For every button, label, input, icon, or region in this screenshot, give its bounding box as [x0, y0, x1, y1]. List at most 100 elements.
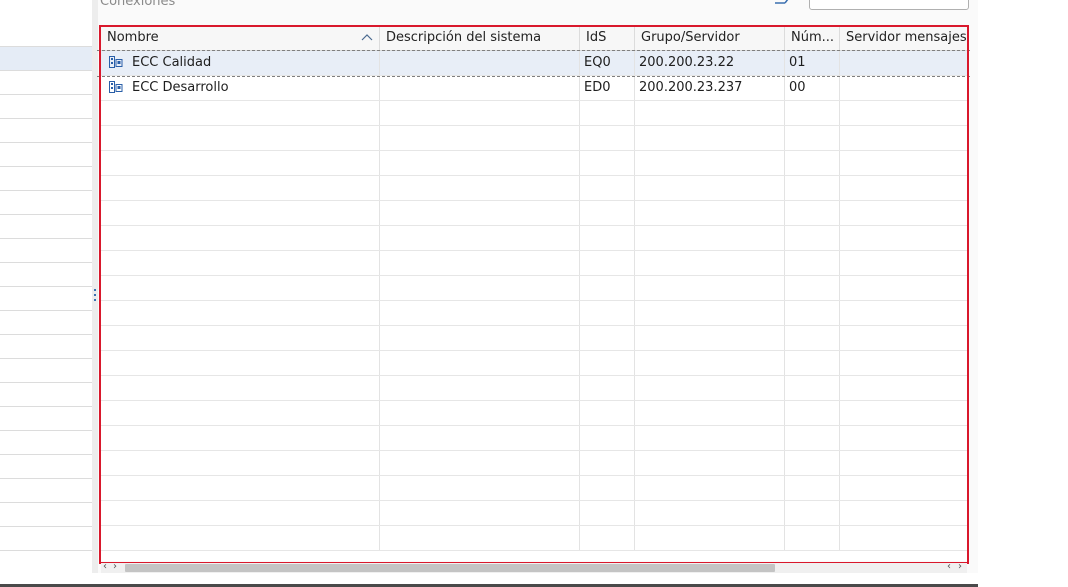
empty-cell: [580, 476, 635, 500]
empty-cell: [840, 526, 967, 550]
empty-table-row: [101, 101, 967, 126]
left-nav-item[interactable]: [0, 383, 92, 407]
empty-cell: [840, 251, 967, 275]
left-nav-item[interactable]: [0, 95, 92, 119]
empty-cell: [101, 351, 380, 375]
empty-table-row: [101, 401, 967, 426]
left-nav-item[interactable]: [0, 359, 92, 383]
cell-numero: 00: [785, 76, 840, 100]
scroll-right-icon[interactable]: ›: [958, 560, 962, 574]
left-nav-item[interactable]: [0, 311, 92, 335]
empty-cell: [101, 526, 380, 550]
filter-input[interactable]: [809, 0, 969, 10]
empty-cell: [580, 351, 635, 375]
empty-cell: [101, 501, 380, 525]
empty-cell: [101, 476, 380, 500]
empty-cell: [101, 101, 380, 125]
empty-cell: [785, 251, 840, 275]
table-header: Nombre Descripción del sistema IdS Grupo…: [101, 26, 967, 51]
empty-cell: [380, 301, 580, 325]
column-header-label: Grupo/Servidor: [641, 30, 740, 45]
empty-cell: [580, 426, 635, 450]
cell-nombre: ECC Calidad: [128, 51, 380, 75]
table-row[interactable]: ECC Calidad EQ0 200.200.23.22 01: [101, 51, 967, 76]
left-nav-item[interactable]: [0, 503, 92, 527]
empty-cell: [840, 201, 967, 225]
left-nav-item[interactable]: [0, 191, 92, 215]
scroll-left-icon[interactable]: ‹: [947, 560, 951, 574]
empty-cell: [785, 501, 840, 525]
empty-cell: [840, 101, 967, 125]
empty-cell: [785, 476, 840, 500]
column-header-descripcion[interactable]: Descripción del sistema: [380, 26, 580, 50]
empty-cell: [580, 401, 635, 425]
left-nav-item[interactable]: [0, 143, 92, 167]
empty-cell: [380, 126, 580, 150]
empty-table-row: [101, 351, 967, 376]
empty-cell: [101, 151, 380, 175]
cell-ids: EQ0: [580, 51, 635, 75]
left-nav-item[interactable]: [0, 287, 92, 311]
empty-cell: [580, 226, 635, 250]
empty-cell: [785, 201, 840, 225]
sap-system-icon: [109, 81, 123, 93]
left-nav-item[interactable]: [0, 119, 92, 143]
left-nav-item[interactable]: [0, 71, 92, 95]
empty-cell: [101, 251, 380, 275]
left-nav-item[interactable]: [0, 479, 92, 503]
empty-cell: [580, 126, 635, 150]
empty-cell: [785, 326, 840, 350]
empty-cell: [101, 176, 380, 200]
empty-cell: [380, 326, 580, 350]
empty-table-row: [101, 176, 967, 201]
column-header-ids[interactable]: IdS: [580, 26, 635, 50]
left-nav-item[interactable]: [0, 215, 92, 239]
column-header-label: Núm...: [791, 30, 835, 45]
empty-cell: [380, 226, 580, 250]
left-nav-item[interactable]: [0, 263, 92, 287]
empty-table-row: [101, 251, 967, 276]
horizontal-scrollbar[interactable]: ‹ › ‹ ›: [101, 560, 967, 574]
empty-cell: [580, 201, 635, 225]
table-row[interactable]: ECC Desarrollo ED0 200.200.23.237 00: [101, 76, 967, 101]
left-nav-item[interactable]: [0, 335, 92, 359]
column-header-servidor-mensajes[interactable]: Servidor mensajes: [840, 26, 967, 50]
splitter-grip: [94, 299, 96, 301]
scrollbar-thumb[interactable]: [125, 564, 775, 572]
empty-table-row: [101, 226, 967, 251]
empty-cell: [840, 226, 967, 250]
left-nav-item[interactable]: [0, 455, 92, 479]
empty-cell: [785, 276, 840, 300]
empty-cell: [580, 176, 635, 200]
cell-servidor-mensajes: [840, 51, 967, 75]
left-nav-item[interactable]: [0, 167, 92, 191]
empty-cell: [840, 351, 967, 375]
empty-cell: [785, 226, 840, 250]
empty-cell: [635, 351, 785, 375]
left-nav-item[interactable]: [0, 47, 92, 71]
empty-cell: [101, 126, 380, 150]
left-nav-item[interactable]: [0, 431, 92, 455]
connections-table: Nombre Descripción del sistema IdS Grupo…: [101, 26, 967, 561]
empty-cell: [380, 376, 580, 400]
left-nav-item[interactable]: [0, 527, 92, 551]
empty-table-row: [101, 201, 967, 226]
empty-cell: [635, 201, 785, 225]
left-nav-item[interactable]: [0, 407, 92, 431]
edit-icon[interactable]: [775, 0, 789, 4]
empty-cell: [840, 376, 967, 400]
empty-cell: [380, 251, 580, 275]
scroll-right-icon[interactable]: ›: [113, 560, 117, 574]
column-header-nombre[interactable]: Nombre: [101, 26, 380, 50]
empty-cell: [101, 226, 380, 250]
column-header-numero[interactable]: Núm...: [785, 26, 840, 50]
left-nav-item[interactable]: [0, 551, 92, 575]
empty-cell: [840, 476, 967, 500]
scroll-left-icon[interactable]: ‹: [103, 560, 107, 574]
empty-cell: [635, 501, 785, 525]
empty-table-row: [101, 426, 967, 451]
empty-table-row: [101, 526, 967, 551]
column-header-grupo-servidor[interactable]: Grupo/Servidor: [635, 26, 785, 50]
left-nav-item[interactable]: [0, 239, 92, 263]
left-nav-item[interactable]: [0, 24, 92, 47]
